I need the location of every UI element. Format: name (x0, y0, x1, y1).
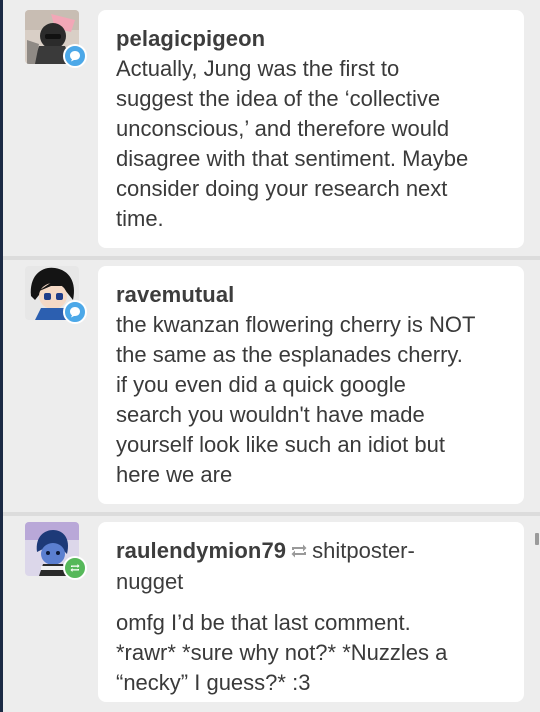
username-link[interactable]: ravemutual (116, 282, 234, 307)
divider (3, 256, 540, 260)
avatar[interactable] (25, 522, 87, 580)
divider (3, 512, 540, 516)
avatar[interactable] (25, 10, 87, 68)
speech-bubble-icon (70, 51, 80, 62)
comment-text: omfg I’d be that last comment. *rawr* *s… (116, 610, 448, 695)
comment-bubble: ravemutual the kwanzan flowering cherry … (98, 266, 524, 504)
left-edge-bar (0, 0, 3, 712)
reply-badge (63, 44, 87, 68)
reblog-attribution: raulendymion79 shitposter- nugget (116, 536, 506, 597)
reblog-icon (290, 537, 308, 567)
comment-text: the kwanzan flowering cherry is NOT the … (116, 312, 476, 487)
reply-badge (63, 300, 87, 324)
comment-text: Actually, Jung was the first to suggest … (116, 56, 469, 231)
username-link[interactable]: raulendymion79 (116, 538, 286, 563)
speech-bubble-icon (70, 307, 80, 318)
reblogged-from-link-cont[interactable]: nugget (116, 567, 506, 597)
comment-bubble: pelagicpigeon Actually, Jung was the fir… (98, 10, 524, 248)
avatar[interactable] (25, 266, 87, 324)
reblog-badge (63, 556, 87, 580)
reblogged-from-link[interactable]: shitposter- (312, 538, 415, 563)
comment-bubble: raulendymion79 shitposter- nugget omfg I’… (98, 522, 524, 702)
scrollbar-thumb[interactable] (535, 533, 539, 545)
reblog-icon (70, 564, 80, 572)
username-link[interactable]: pelagicpigeon (116, 26, 265, 51)
